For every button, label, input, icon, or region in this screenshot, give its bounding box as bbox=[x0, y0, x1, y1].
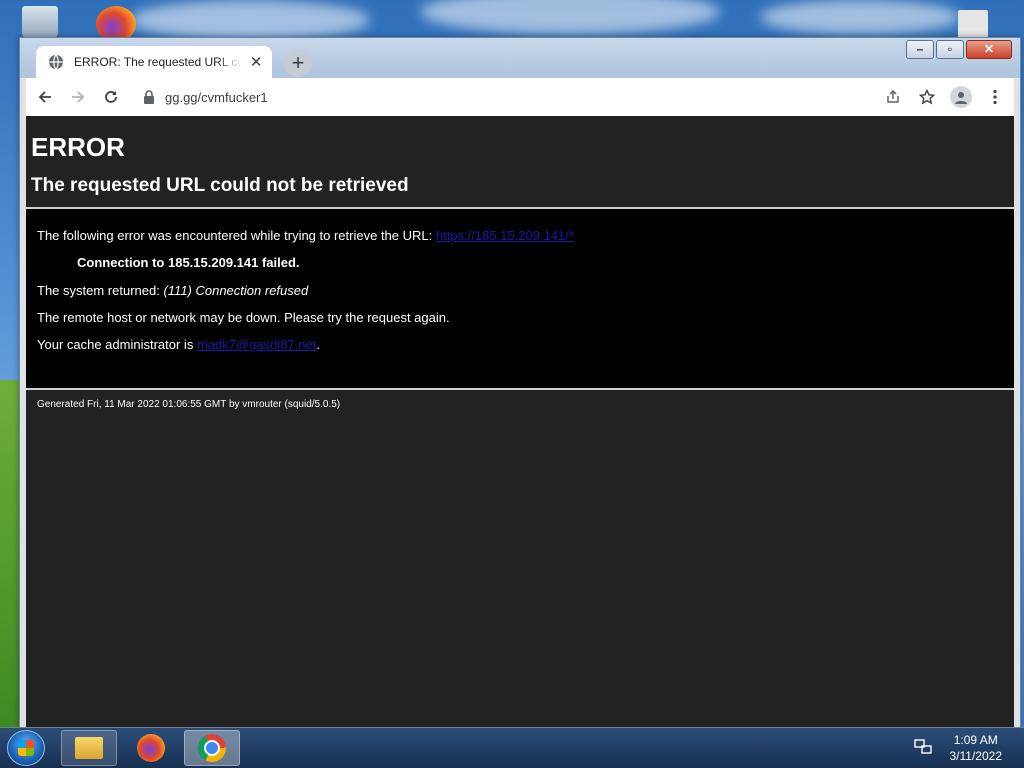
url-text[interactable]: gg.gg/cvmfucker1 bbox=[165, 90, 268, 105]
error-details: The following error was encountered whil… bbox=[26, 209, 1014, 389]
browser-window: – ▫ ✕ ERROR: The requested URL could not… bbox=[19, 37, 1021, 728]
share-icon bbox=[887, 89, 899, 103]
page-content: ERROR The requested URL could not be ret… bbox=[26, 116, 1014, 727]
desktop-cloud bbox=[760, 0, 960, 34]
browser-toolbar: gg.gg/cvmfucker1 bbox=[26, 78, 1014, 116]
network-icon[interactable] bbox=[914, 739, 932, 755]
error-header: ERROR The requested URL could not be ret… bbox=[26, 116, 1014, 207]
globe-icon bbox=[48, 54, 64, 70]
person-icon bbox=[950, 86, 972, 108]
chrome-icon bbox=[198, 734, 226, 762]
back-button[interactable] bbox=[31, 83, 59, 111]
arrow-right-icon bbox=[72, 91, 85, 103]
recycle-bin-icon[interactable] bbox=[22, 6, 58, 40]
connection-failed-text: Connection to 185.15.209.141 failed. bbox=[77, 255, 300, 271]
clock-time: 1:09 AM bbox=[953, 733, 998, 747]
close-window-button[interactable]: ✕ bbox=[966, 40, 1012, 59]
share-button[interactable] bbox=[880, 84, 906, 110]
windows-logo-icon bbox=[18, 740, 34, 756]
plus-icon: + bbox=[291, 50, 305, 75]
reload-icon bbox=[105, 91, 117, 103]
system-returned-value: (111) Connection refused bbox=[163, 282, 309, 298]
profile-button[interactable] bbox=[948, 84, 974, 110]
start-button[interactable] bbox=[7, 730, 45, 766]
cache-admin-label: Your cache administrator is bbox=[37, 337, 197, 353]
desktop-cloud bbox=[420, 0, 720, 34]
maximize-button[interactable]: ▫ bbox=[936, 40, 964, 59]
bookmark-button[interactable] bbox=[914, 84, 940, 110]
toolbar-actions bbox=[880, 84, 1014, 110]
clock-date: 3/11/2022 bbox=[949, 749, 1003, 763]
system-returned-label: The system returned: bbox=[37, 282, 164, 298]
new-tab-button[interactable]: + bbox=[284, 49, 312, 77]
error-url-link[interactable]: https://185.15.209.141/* bbox=[436, 228, 574, 243]
remote-down-text: The remote host or network may be down. … bbox=[37, 309, 450, 325]
taskbar-explorer[interactable] bbox=[61, 730, 117, 766]
cache-admin-email-link[interactable]: madk7@gasdi87.net bbox=[197, 337, 316, 352]
cache-admin-line: Your cache administrator is madk7@gasdi8… bbox=[37, 338, 1003, 352]
title-bar: – ▫ ✕ ERROR: The requested URL could not… bbox=[20, 38, 1020, 78]
tab-title: ERROR: The requested URL could not be re… bbox=[74, 55, 243, 69]
address-bar[interactable]: gg.gg/cvmfucker1 bbox=[133, 83, 853, 111]
page-title: ERROR bbox=[31, 132, 125, 162]
cache-admin-suffix: . bbox=[316, 337, 320, 353]
error-intro-text: The following error was encountered whil… bbox=[37, 228, 436, 243]
taskbar-firefox[interactable] bbox=[123, 730, 179, 766]
reload-button[interactable] bbox=[97, 83, 125, 111]
firefox-icon bbox=[137, 734, 165, 762]
forward-button[interactable] bbox=[64, 83, 92, 111]
kebab-menu-icon bbox=[993, 89, 997, 105]
lock-icon[interactable] bbox=[143, 90, 155, 104]
taskbar: 1:09 AM 3/11/2022 bbox=[0, 727, 1024, 768]
window-controls: – ▫ ✕ bbox=[906, 40, 1012, 59]
close-icon[interactable]: ✕ bbox=[248, 53, 264, 71]
star-icon bbox=[919, 89, 935, 105]
generated-footer: Generated Fri, 11 Mar 2022 01:06:55 GMT … bbox=[37, 399, 341, 411]
minimize-button[interactable]: – bbox=[906, 40, 934, 59]
desktop-cloud bbox=[130, 0, 370, 40]
tab-active[interactable]: ERROR: The requested URL could not be re… bbox=[36, 46, 272, 78]
taskbar-chrome[interactable] bbox=[184, 730, 240, 766]
menu-button[interactable] bbox=[982, 84, 1008, 110]
system-returned-line: The system returned: (111) Connection re… bbox=[37, 282, 1003, 298]
folder-icon bbox=[75, 737, 103, 759]
error-intro-line: The following error was encountered whil… bbox=[37, 228, 1003, 243]
page-subtitle: The requested URL could not be retrieved bbox=[31, 175, 409, 196]
arrow-left-icon bbox=[38, 91, 51, 103]
system-clock[interactable]: 1:09 AM 3/11/2022 bbox=[950, 732, 1003, 764]
